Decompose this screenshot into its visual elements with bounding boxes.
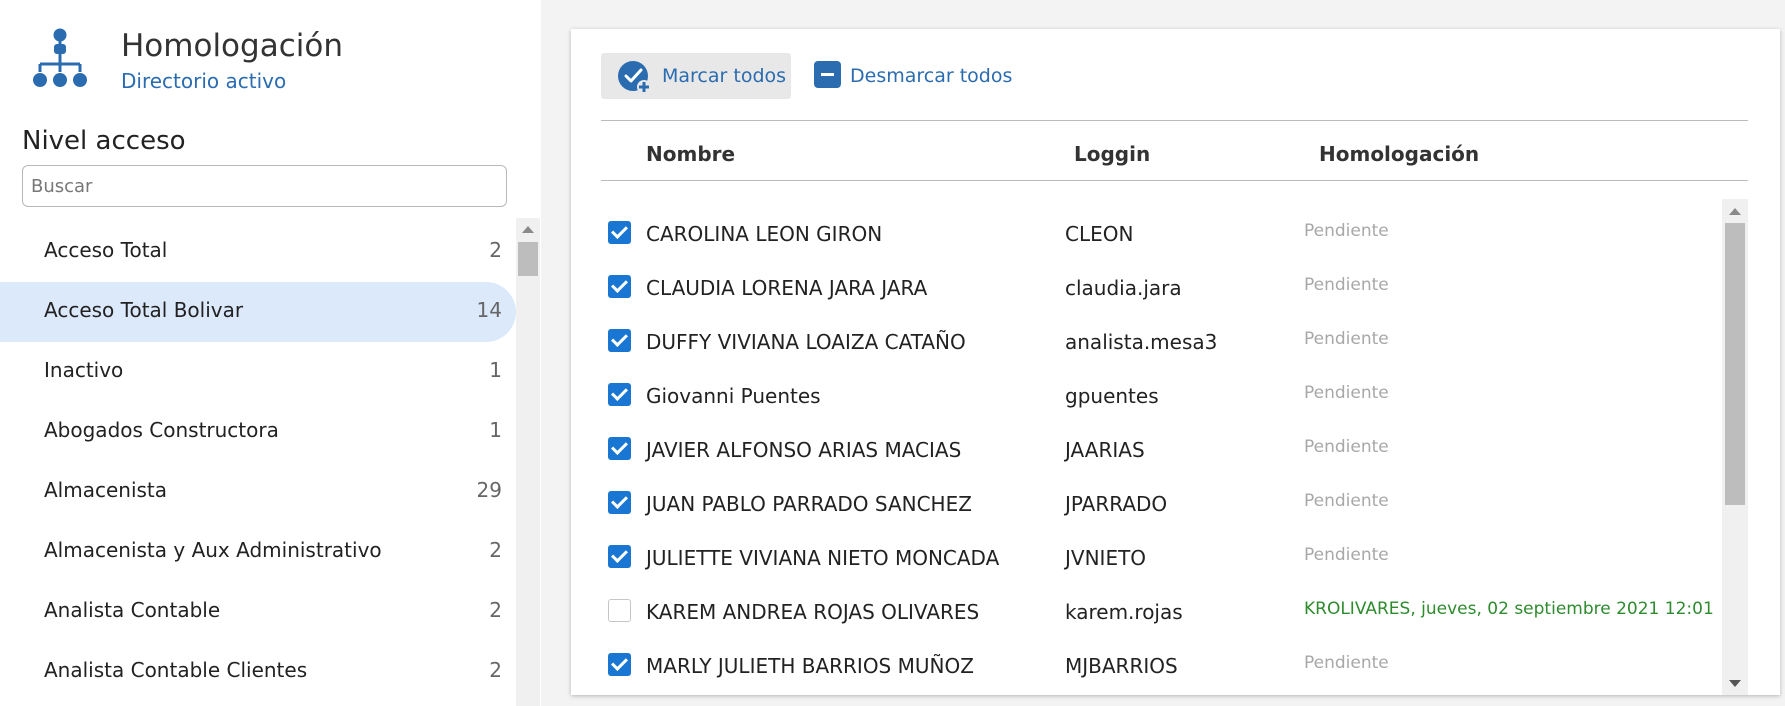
table-row[interactable]: JAVIER ALFONSO ARIAS MACIAS JAARIAS Pendie… [601, 423, 1722, 477]
unmark-all-label: Desmarcar todos [850, 65, 1013, 87]
users-panel: Marcar todos Desmarcar todos Nombre Logg… [571, 29, 1780, 695]
row-checkbox[interactable] [608, 599, 631, 622]
cell-status: Pendiente [1304, 383, 1389, 403]
cell-name: DUFFY VIVIANA LOAIZA CATAÑO [646, 330, 966, 354]
cell-login: gpuentes [1065, 384, 1159, 408]
row-checkbox[interactable] [608, 221, 631, 244]
access-level-label: Almacenista [44, 478, 168, 502]
search-input[interactable] [22, 165, 507, 207]
cell-status: Pendiente [1304, 653, 1389, 673]
table-row[interactable]: Giovanni Puentes gpuentes Pendiente [601, 369, 1722, 423]
cell-status: Pendiente [1304, 275, 1389, 295]
access-level-item[interactable]: Analista Contable 2 [0, 582, 516, 642]
cell-login: CLEON [1065, 222, 1134, 246]
row-checkbox[interactable] [608, 275, 631, 298]
access-level-count: 2 [489, 658, 502, 682]
table-row[interactable]: JUAN PABLO PARRADO SANCHEZ JPARRADO Pendie… [601, 477, 1722, 531]
app-title: Homologación [121, 28, 343, 64]
access-level-count: 2 [489, 238, 502, 262]
mark-all-button[interactable]: Marcar todos [601, 53, 791, 99]
cell-status: Pendiente [1304, 491, 1389, 511]
access-level-item[interactable]: Inactivo 1 [0, 342, 516, 402]
cell-login: MJBARRIOS [1065, 654, 1178, 678]
row-checkbox[interactable] [608, 653, 631, 676]
column-header-login[interactable]: Loggin [1074, 142, 1150, 166]
row-checkbox[interactable] [608, 491, 631, 514]
cell-status: Pendiente [1304, 221, 1389, 241]
access-level-count: 14 [476, 298, 502, 322]
access-level-item[interactable]: Almacenista 29 [0, 462, 516, 522]
scroll-up-arrow-icon[interactable] [522, 226, 534, 233]
table-row[interactable]: KAREM ANDREA ROJAS OLIVARES karem.rojas KR… [601, 585, 1722, 639]
check-all-icon [618, 61, 651, 94]
scrollbar-thumb[interactable] [518, 242, 538, 276]
table-row[interactable]: CAROLINA LEON GIRON CLEON Pendiente [601, 207, 1722, 261]
cell-login: analista.mesa3 [1065, 330, 1218, 354]
app-subtitle: Directorio activo [121, 69, 287, 93]
divider [601, 180, 1748, 181]
cell-login: JPARRADO [1065, 492, 1168, 516]
access-level-label: Abogados Constructora [44, 418, 279, 442]
row-checkbox[interactable] [608, 329, 631, 352]
access-level-item[interactable]: Almacenista y Aux Administrativo 2 [0, 522, 516, 582]
access-level-item[interactable]: Analista Contable Clientes 2 [0, 642, 516, 702]
row-checkbox[interactable] [608, 383, 631, 406]
cell-login: karem.rojas [1065, 600, 1183, 624]
cell-name: CAROLINA LEON GIRON [646, 222, 883, 246]
sidebar-scrollbar[interactable] [516, 218, 540, 706]
access-level-item[interactable]: Acceso Total Bolivar 14 [0, 282, 516, 342]
access-level-count: 29 [476, 478, 502, 502]
cell-name: CLAUDIA LORENA JARA JARA [646, 276, 928, 300]
access-level-item[interactable]: Abogados Constructora 1 [0, 402, 516, 462]
access-level-count: 1 [489, 418, 502, 442]
table-row[interactable]: MARLY JULIETH BARRIOS MUÑOZ MJBARRIOS Pend… [601, 639, 1722, 693]
sidebar: Homologación Directorio activo Nivel acc… [0, 0, 541, 706]
minus-box-icon [814, 61, 841, 88]
section-title: Nivel acceso [22, 126, 186, 156]
mark-all-label: Marcar todos [662, 65, 787, 87]
access-level-list: Acceso Total 2 Acceso Total Bolivar 14 Inact… [0, 222, 516, 706]
cell-name: JUAN PABLO PARRADO SANCHEZ [646, 492, 972, 516]
cell-name: KAREM ANDREA ROJAS OLIVARES [646, 600, 980, 624]
unmark-all-button[interactable]: Desmarcar todos [806, 53, 1012, 99]
access-level-count: 1 [489, 358, 502, 382]
table-scrollbar[interactable] [1722, 199, 1748, 695]
access-level-count: 2 [489, 538, 502, 562]
cell-login: JAARIAS [1065, 438, 1145, 462]
scroll-up-arrow-icon[interactable] [1729, 208, 1741, 215]
cell-status: Pendiente [1304, 545, 1389, 565]
access-level-label: Analista Contable [44, 598, 221, 622]
column-header-status[interactable]: Homologación [1319, 142, 1479, 166]
cell-login: JVNIETO [1065, 546, 1147, 570]
cell-name: JAVIER ALFONSO ARIAS MACIAS [646, 438, 962, 462]
access-level-label: Inactivo [44, 358, 124, 382]
table-row[interactable]: DUFFY VIVIANA LOAIZA CATAÑO analista.mesa… [601, 315, 1722, 369]
access-level-label: Analista Contable Clientes [44, 658, 308, 682]
cell-name: MARLY JULIETH BARRIOS MUÑOZ [646, 654, 974, 678]
row-checkbox[interactable] [608, 545, 631, 568]
users-table-body: CAROLINA LEON GIRON CLEON Pendiente CLAUDIA… [601, 207, 1722, 695]
scrollbar-thumb[interactable] [1725, 223, 1745, 505]
cell-status: Pendiente [1304, 437, 1389, 457]
cell-name: Giovanni Puentes [646, 384, 821, 408]
column-header-name[interactable]: Nombre [646, 142, 735, 166]
cell-name: JULIETTE VIVIANA NIETO MONCADA [646, 546, 1000, 570]
divider [601, 120, 1748, 121]
table-row[interactable]: JULIETTE VIVIANA NIETO MONCADA JVNIETO Pen… [601, 531, 1722, 585]
access-level-count: 2 [489, 598, 502, 622]
cell-status: KROLIVARES, jueves, 02 septiembre 2021 1… [1304, 599, 1714, 619]
org-chart-icon [33, 28, 87, 87]
access-level-label: Almacenista y Aux Administrativo [44, 538, 382, 562]
access-level-item[interactable]: Acceso Total 2 [0, 222, 516, 282]
scroll-down-arrow-icon[interactable] [1729, 680, 1741, 687]
table-row[interactable]: CLAUDIA LORENA JARA JARA claudia.jara Pend… [601, 261, 1722, 315]
access-level-label: Acceso Total [44, 238, 168, 262]
access-level-label: Acceso Total Bolivar [44, 298, 244, 322]
cell-status: Pendiente [1304, 329, 1389, 349]
row-checkbox[interactable] [608, 437, 631, 460]
cell-login: claudia.jara [1065, 276, 1182, 300]
